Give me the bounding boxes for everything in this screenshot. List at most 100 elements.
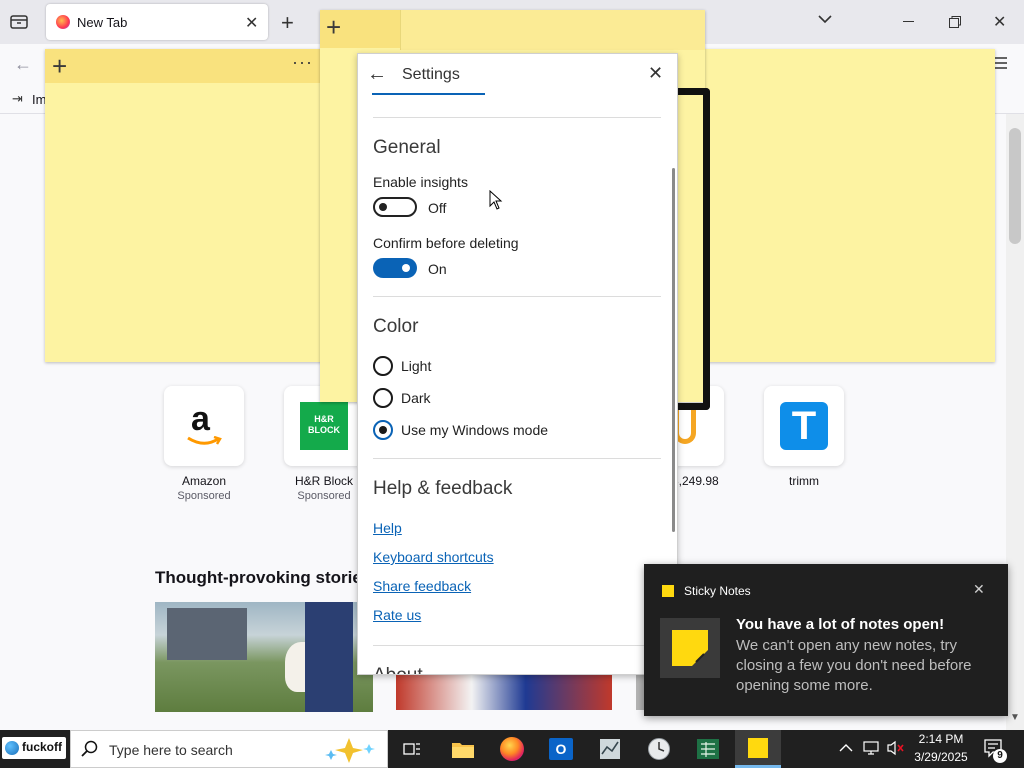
settings-bottom-clip: About [358,661,644,674]
notification-count-badge: 9 [993,749,1007,763]
firefox-icon[interactable] [490,730,534,768]
help-feedback-heading: Help & feedback [373,478,513,499]
color-light-label[interactable]: Light [401,358,431,374]
color-dark-radio[interactable] [373,388,393,408]
shortcut-amazon-label: Amazon [181,474,227,488]
toast-app-name: Sticky Notes [684,584,751,598]
toast-close-icon[interactable]: ✕ [973,581,985,598]
trimm-logo: T [780,402,828,450]
window-close-icon[interactable]: ✕ [993,12,1006,32]
search-placeholder: Type here to search [109,742,233,758]
story-person [305,602,353,712]
search-icon [81,740,98,757]
story-house [167,608,247,660]
clock-date[interactable]: 3/29/2025 [912,750,970,764]
shortcut-trimm-label: trimm [789,474,819,488]
share-feedback-link[interactable]: Share feedback [373,578,471,594]
globe-icon [5,741,19,755]
shortcut-amazon[interactable]: a [164,386,244,466]
shortcut-amazon-sponsored: Sponsored [177,490,231,502]
hr-block-logo: H&R BLOCK [300,402,348,450]
page-scrollbar-thumb[interactable] [1009,128,1021,244]
sticky-notes-taskbar-button[interactable] [735,730,781,768]
confirm-delete-toggle[interactable] [373,258,417,278]
firefox-favicon-icon [56,15,70,29]
shortcut-hr-block-sponsored: Sponsored [297,490,351,502]
confirm-delete-state: On [428,261,447,277]
keyboard-shortcuts-link[interactable]: Keyboard shortcuts [373,549,494,565]
taskbar-search-box[interactable]: Type here to search [70,730,388,768]
import-bookmarks-icon[interactable]: ⇥ [12,91,23,107]
settings-back-icon[interactable]: ← [367,63,387,86]
app-menu-icon[interactable] [993,56,1007,69]
shortcut-hr-block-label: H&R Block [294,474,353,488]
tab-close-icon[interactable]: ✕ [245,13,258,33]
sticky-note-large-header[interactable] [45,49,320,83]
firefox-logo [500,737,524,761]
toast-body: We can't open any new notes, try closing… [736,637,972,694]
sticky-middle-add-icon[interactable]: + [326,12,341,43]
rate-us-link[interactable]: Rate us [373,607,421,623]
tab-list-icon[interactable] [10,13,28,29]
enable-insights-toggle[interactable] [373,197,417,217]
color-light-radio[interactable] [373,356,393,376]
divider [373,458,661,459]
window-minimize-icon[interactable] [903,21,914,22]
start-button[interactable]: fuckoff [2,737,66,759]
settings-close-icon[interactable]: ✕ [648,63,663,84]
window-restore-icon[interactable] [949,15,961,28]
spreadsheet-app-icon[interactable] [686,730,730,768]
settings-scrollbar-thumb[interactable] [672,168,675,532]
tab-overflow-chevron-icon[interactable] [817,12,833,30]
divider [373,296,661,297]
sticky-fold-icon [692,650,708,666]
sticky-note-inner[interactable] [400,10,705,50]
clock-time[interactable]: 2:14 PM [912,732,970,746]
settings-title: Settings [402,66,460,83]
amazon-smile-icon [187,436,222,445]
color-heading: Color [373,316,419,337]
sticky-add-note-icon[interactable]: + [52,51,67,82]
amazon-logo: a [191,400,210,438]
toast-title: You have a lot of notes open! [736,616,945,633]
file-explorer-icon[interactable] [441,730,485,768]
color-windows-mode-radio[interactable] [373,420,393,440]
sticky-notes-taskbar-icon [748,738,768,758]
divider [373,645,661,646]
back-arrow-icon[interactable]: ← [14,54,32,75]
start-label: fuckoff [22,740,62,754]
tab-title: New Tab [77,15,128,30]
story-card-2-image[interactable] [396,670,612,710]
clock-app-icon[interactable] [637,730,681,768]
toggle-knob [379,203,387,211]
sticky-menu-icon[interactable]: ··· [292,52,313,73]
outlook-logo: O [549,738,573,760]
app-graph-icon[interactable] [588,730,632,768]
general-heading: General [373,137,441,158]
color-dark-label[interactable]: Dark [401,390,431,406]
show-hidden-icons-chevron[interactable] [839,740,853,758]
toast-sticky-notes-icon [660,618,720,678]
volume-muted-icon[interactable] [886,740,906,761]
shortcut-trimm[interactable]: T [764,386,844,466]
enable-insights-label: Enable insights [373,174,468,190]
toggle-knob [402,264,410,272]
page-scroll-down-icon[interactable]: ▼ [1010,712,1020,723]
help-link[interactable]: Help [373,520,402,536]
network-icon[interactable] [862,740,880,761]
stories-heading: Thought-provoking stories [155,568,372,587]
confirm-delete-label: Confirm before deleting [373,235,519,251]
sticky-notes-app-icon [662,585,674,597]
color-windows-mode-label[interactable]: Use my Windows mode [401,422,548,438]
about-heading: About [373,665,423,674]
shortcut-partial-label: 3,249.98 [672,474,719,488]
story-card-1-image[interactable] [155,602,373,712]
tab-new-tab[interactable]: New Tab ✕ [46,4,268,40]
new-tab-plus-icon[interactable]: + [281,10,294,36]
task-view-icon[interactable] [390,730,434,768]
settings-title-underline [372,93,485,95]
enable-insights-state: Off [428,200,447,216]
outlook-icon[interactable]: O [539,730,583,768]
mouse-cursor-icon [489,189,503,215]
divider [373,117,661,118]
